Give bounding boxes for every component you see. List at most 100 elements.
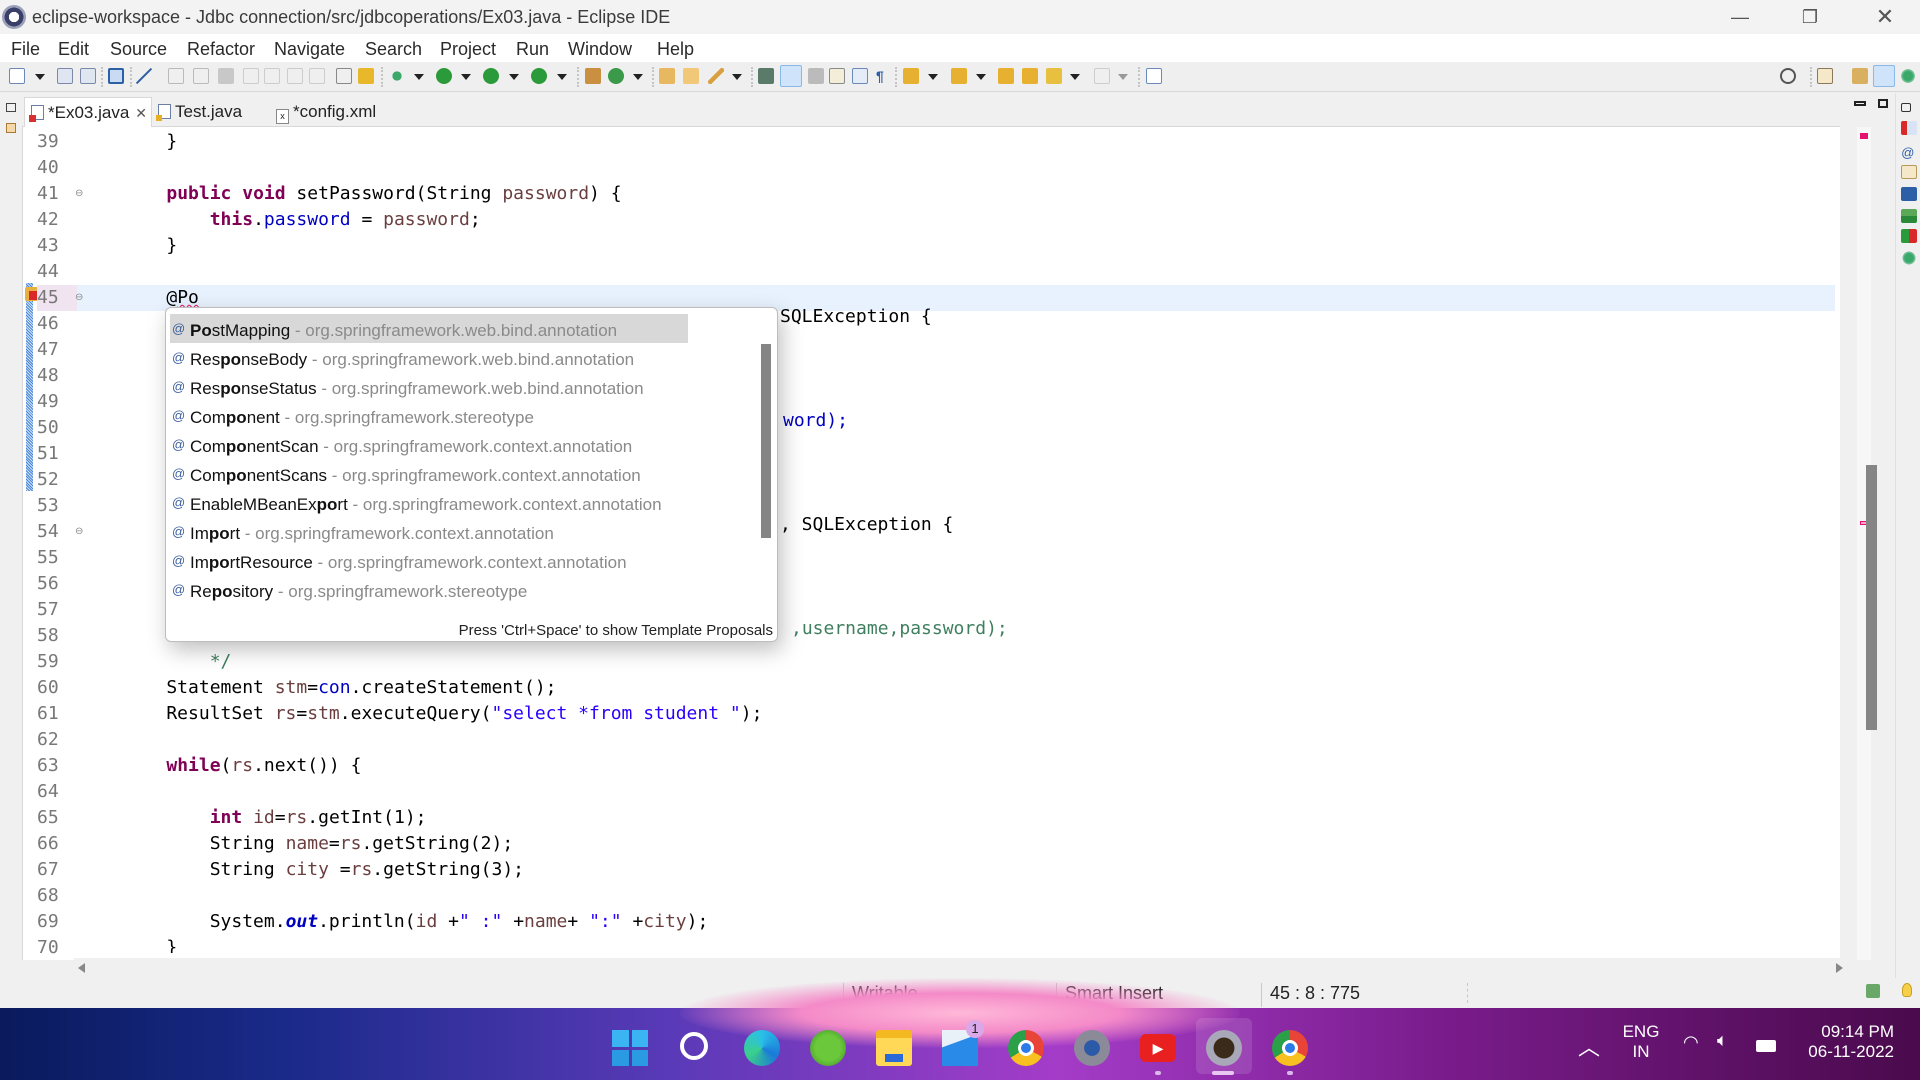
- minimize-button[interactable]: —: [1710, 0, 1770, 34]
- proposal-scroll-thumb[interactable]: [761, 344, 771, 538]
- menu-project[interactable]: Project: [440, 39, 496, 60]
- new-dropdown-icon[interactable]: [35, 74, 45, 80]
- debug-view-icon[interactable]: [1901, 251, 1917, 265]
- forward-icon[interactable]: [1094, 68, 1110, 84]
- proposal-item[interactable]: @ ComponentScans - org.springframework.co…: [170, 459, 690, 488]
- restore-button[interactable]: ❐: [1780, 0, 1840, 34]
- error-overview-marker[interactable]: [1860, 133, 1868, 139]
- coverage-dropdown-icon[interactable]: [509, 74, 519, 80]
- word-wrap-icon[interactable]: [829, 68, 845, 84]
- clock[interactable]: 09:14 PM 06-11-2022: [1800, 1022, 1894, 1062]
- mark-occurrences-toggle-icon[interactable]: [780, 65, 802, 87]
- proposal-item[interactable]: @ Repository - org.springframework.stereo…: [170, 575, 690, 604]
- new-class-dropdown-icon[interactable]: [633, 74, 643, 80]
- forward-dropdown-icon[interactable]: [1118, 74, 1128, 80]
- language-indicator[interactable]: ENG IN: [1621, 1022, 1661, 1062]
- restore-view-icon[interactable]: [6, 103, 16, 112]
- battery-icon[interactable]: [1756, 1040, 1776, 1052]
- menu-edit[interactable]: Edit: [58, 39, 89, 60]
- proposal-item[interactable]: @ Import - org.springframework.context.an…: [170, 517, 690, 546]
- code-line[interactable]: [75, 883, 1835, 909]
- console-view-icon[interactable]: [1901, 187, 1917, 201]
- code-line[interactable]: System.out.println(id +" :" +name+ ":" +…: [75, 909, 1835, 935]
- vertical-scrollbar[interactable]: [1840, 127, 1857, 960]
- open-task-icon[interactable]: [683, 68, 699, 84]
- menu-run[interactable]: Run: [516, 39, 549, 60]
- minimize-editor-icon[interactable]: [1854, 101, 1866, 106]
- code-line[interactable]: */: [75, 649, 1835, 675]
- proposal-item[interactable]: @ ResponseStatus - org.springframework.we…: [170, 372, 690, 401]
- step-over-icon[interactable]: [287, 68, 303, 84]
- settings-icon[interactable]: [1074, 1030, 1110, 1066]
- code-line[interactable]: [75, 259, 1835, 285]
- menu-file[interactable]: File: [11, 39, 40, 60]
- menu-window[interactable]: Window: [568, 39, 632, 60]
- code-line[interactable]: public void setPassword(String password)…: [75, 181, 1835, 207]
- proposal-item[interactable]: @ SupportedAnnotationTypes - javax.annota…: [170, 604, 690, 612]
- open-type-icon[interactable]: [659, 68, 675, 84]
- call-hierarchy-icon[interactable]: [758, 68, 774, 84]
- tip-lightbulb-icon[interactable]: [1902, 983, 1912, 997]
- new-java-package-icon[interactable]: [585, 68, 601, 84]
- proposal-list[interactable]: @ PostMapping - org.springframework.web.b…: [166, 314, 761, 612]
- next-annotation-icon[interactable]: [903, 68, 919, 84]
- java-ee-perspective-icon[interactable]: [1852, 68, 1868, 84]
- edge-icon[interactable]: [744, 1030, 780, 1066]
- terminal-icon[interactable]: [108, 68, 124, 84]
- disconnect-icon[interactable]: [243, 68, 259, 84]
- code-line[interactable]: Statement stm=con.createStatement();: [75, 675, 1835, 701]
- previous-annotation-icon[interactable]: [951, 68, 967, 84]
- show-hidden-icons-chevron[interactable]: ︿: [1578, 1030, 1600, 1062]
- suspend-icon[interactable]: [193, 68, 209, 84]
- use-step-filters-icon[interactable]: [358, 68, 374, 84]
- code-line[interactable]: ResultSet rs=stm.executeQuery("select *f…: [75, 701, 1835, 727]
- debug-dropdown-icon[interactable]: [414, 74, 424, 80]
- code-line[interactable]: [75, 155, 1835, 181]
- code-line[interactable]: }: [75, 233, 1835, 259]
- next-annotation-dropdown-icon[interactable]: [928, 74, 938, 80]
- debug-icon[interactable]: [389, 68, 405, 84]
- restore-view-icon[interactable]: [1901, 103, 1911, 112]
- coverage-icon[interactable]: [483, 68, 499, 84]
- step-return-icon[interactable]: [309, 68, 325, 84]
- start-button[interactable]: [612, 1030, 648, 1066]
- progress-view-icon[interactable]: [1901, 209, 1917, 223]
- save-icon[interactable]: [57, 68, 73, 84]
- show-whitespace-icon[interactable]: [852, 68, 868, 84]
- proposal-item[interactable]: @ EnableMBeanExport - org.springframework…: [170, 488, 690, 517]
- menu-source[interactable]: Source: [110, 39, 167, 60]
- open-perspective-icon[interactable]: [1817, 68, 1833, 84]
- background-tasks-icon[interactable]: [1866, 984, 1880, 998]
- code-line[interactable]: this.password = password;: [75, 207, 1835, 233]
- declaration-view-icon[interactable]: [1901, 165, 1917, 179]
- youtube-icon[interactable]: ▶: [1140, 1034, 1176, 1062]
- fold-toggle-icon[interactable]: ⊖: [75, 188, 83, 199]
- close-tab-icon[interactable]: ✕: [135, 105, 147, 121]
- scroll-left-icon[interactable]: [78, 963, 85, 973]
- code-line[interactable]: }: [75, 935, 1835, 953]
- maximize-editor-icon[interactable]: [1878, 99, 1888, 108]
- mail-icon[interactable]: 1: [942, 1020, 984, 1066]
- drop-to-frame-icon[interactable]: [336, 68, 352, 84]
- fold-toggle-icon[interactable]: ⊖: [75, 526, 83, 537]
- horizontal-scrollbar[interactable]: [74, 958, 1843, 978]
- code-line[interactable]: }: [75, 129, 1835, 155]
- run-icon[interactable]: [436, 68, 452, 84]
- menu-refactor[interactable]: Refactor: [187, 39, 255, 60]
- menu-navigate[interactable]: Navigate: [274, 39, 345, 60]
- wifi-icon[interactable]: ◠: [1683, 1032, 1699, 1053]
- menu-help[interactable]: Help: [657, 39, 694, 60]
- external-tools-icon[interactable]: [531, 68, 547, 84]
- resume-icon[interactable]: [168, 68, 184, 84]
- junit-view-icon[interactable]: [1901, 229, 1917, 243]
- run-dropdown-icon[interactable]: [461, 74, 471, 80]
- step-into-icon[interactable]: [264, 68, 280, 84]
- chrome-icon[interactable]: [1272, 1030, 1308, 1066]
- save-all-icon[interactable]: [80, 68, 96, 84]
- previous-annotation-dropdown-icon[interactable]: [976, 74, 986, 80]
- code-line[interactable]: [75, 779, 1835, 805]
- proposal-item[interactable]: @ PostMapping - org.springframework.web.b…: [170, 314, 688, 343]
- spring-tool-suite-icon[interactable]: [810, 1030, 846, 1066]
- scroll-right-icon[interactable]: [1836, 963, 1843, 973]
- tab-config-xml[interactable]: x *config.xml: [276, 97, 416, 127]
